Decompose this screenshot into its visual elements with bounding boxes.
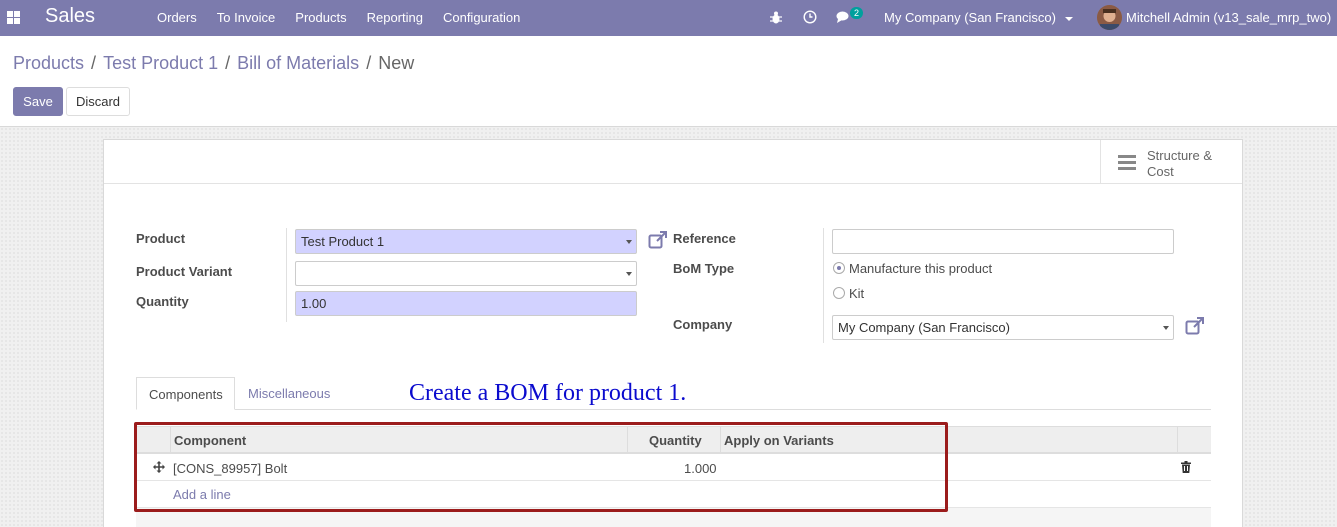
column-separator <box>1177 427 1178 453</box>
user-menu[interactable]: Mitchell Admin (v13_sale_mrp_two) <box>1126 10 1331 25</box>
user-avatar[interactable] <box>1097 5 1122 30</box>
annotation-text: Create a BOM for product 1. <box>409 380 687 406</box>
breadcrumb-separator: / <box>225 53 231 73</box>
menu-item-reporting[interactable]: Reporting <box>367 10 423 25</box>
menu-item-products[interactable]: Products <box>295 10 346 25</box>
caret-down-icon <box>626 272 632 276</box>
breadcrumb: Products / Test Product 1 / Bill of Mate… <box>13 53 414 74</box>
apps-menu-icon[interactable] <box>7 11 20 24</box>
reference-input[interactable] <box>832 229 1174 254</box>
reference-label: Reference <box>673 231 736 246</box>
breadcrumb-separator: / <box>91 53 97 73</box>
company-switcher[interactable]: My Company (San Francisco) <box>884 10 1073 25</box>
app-name[interactable]: Sales <box>45 5 95 28</box>
breadcrumb-separator: / <box>366 53 372 73</box>
tab-miscellaneous[interactable]: Miscellaneous <box>248 386 330 401</box>
product-variant-select[interactable] <box>295 261 637 286</box>
external-link-icon[interactable] <box>1185 317 1205 335</box>
breadcrumb-test-product[interactable]: Test Product 1 <box>103 53 218 74</box>
product-select[interactable]: Test Product 1 <box>295 229 637 254</box>
bom-type-manufacture-label[interactable]: Manufacture this product <box>849 261 992 276</box>
menu-item-orders[interactable]: Orders <box>157 10 197 25</box>
bug-icon[interactable] <box>770 11 782 24</box>
product-variant-label: Product Variant <box>136 264 233 279</box>
caret-down-icon <box>626 240 632 244</box>
external-link-icon[interactable] <box>648 231 668 249</box>
discard-button[interactable]: Discard <box>66 87 130 116</box>
bom-type-label: BoM Type <box>673 261 735 276</box>
bom-type-kit-radio[interactable] <box>833 287 845 299</box>
structure-cost-button[interactable]: Structure & Cost <box>1100 140 1242 184</box>
bars-icon <box>1118 155 1136 171</box>
save-button[interactable]: Save <box>13 87 63 116</box>
menu-item-to-invoice[interactable]: To Invoice <box>217 10 276 25</box>
quantity-input[interactable]: 1.00 <box>295 291 637 316</box>
breadcrumb-current: New <box>378 53 415 73</box>
menu-item-configuration[interactable]: Configuration <box>443 10 520 25</box>
button-box: Structure & Cost <box>104 140 1242 184</box>
label-divider <box>286 228 287 322</box>
caret-down-icon <box>1064 16 1073 21</box>
main-menu: Orders To Invoice Products Reporting Con… <box>157 10 540 25</box>
control-panel: Products / Test Product 1 / Bill of Mate… <box>0 36 1337 127</box>
trash-icon[interactable] <box>1181 461 1191 473</box>
breadcrumb-products[interactable]: Products <box>13 53 84 74</box>
quantity-label: Quantity <box>136 294 189 309</box>
clock-icon[interactable] <box>803 10 817 24</box>
bom-type-kit-label[interactable]: Kit <box>849 286 864 301</box>
product-label: Product <box>136 231 186 246</box>
company-select[interactable]: My Company (San Francisco) <box>832 315 1174 340</box>
chat-count-badge: 2 <box>850 7 864 19</box>
company-select-value: My Company (San Francisco) <box>838 320 1010 335</box>
product-select-value: Test Product 1 <box>301 234 385 249</box>
label-divider <box>823 228 824 343</box>
bom-type-manufacture-radio[interactable] <box>833 262 845 274</box>
company-switcher-label: My Company (San Francisco) <box>884 10 1056 25</box>
tabs-divider <box>136 409 1211 410</box>
chat-icon[interactable] <box>836 11 851 24</box>
highlight-box <box>134 422 948 512</box>
breadcrumb-bom[interactable]: Bill of Materials <box>237 53 359 74</box>
caret-down-icon <box>1163 326 1169 330</box>
structure-cost-label: Structure & Cost <box>1147 148 1213 179</box>
tab-components[interactable]: Components <box>136 377 235 410</box>
quantity-input-value: 1.00 <box>301 296 327 311</box>
top-navbar: Sales Orders To Invoice Products Reporti… <box>0 0 1337 36</box>
company-label: Company <box>673 317 733 332</box>
